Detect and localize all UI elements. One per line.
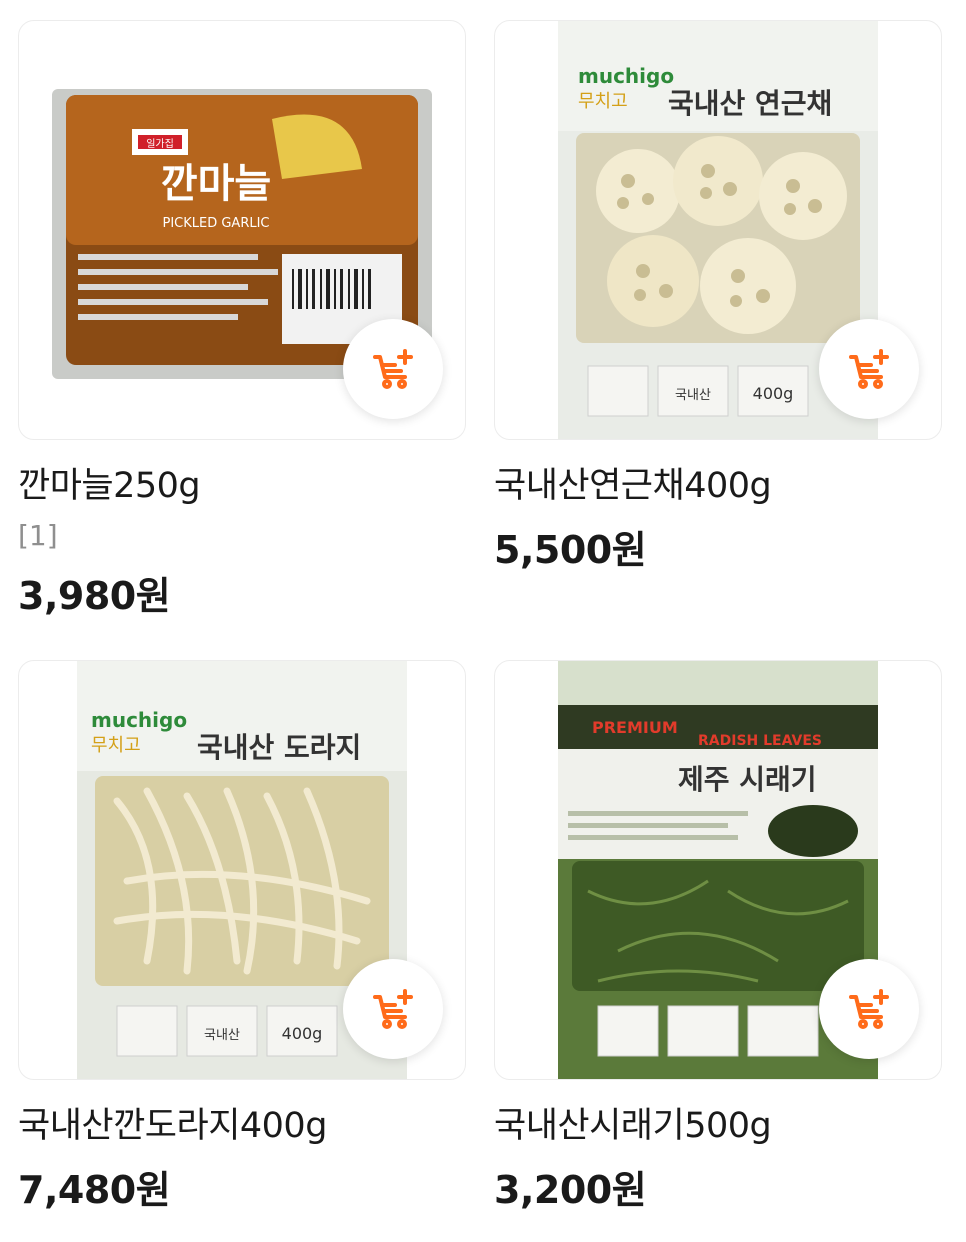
svg-text:PICKLED GARLIC: PICKLED GARLIC [162,216,269,231]
svg-text:RADISH LEAVES: RADISH LEAVES [698,733,822,749]
add-to-cart-button[interactable] [343,959,443,1059]
product-card-bellflower-root[interactable]: muchigo 무치고 국내산 도라지 국내산 400g 국내산깐도라지400g… [18,660,466,1214]
product-card-radish-leaves[interactable]: PREMIUM RADISH LEAVES 제주 시래기 국내산시래기500g … [494,660,942,1214]
svg-text:국내산: 국내산 [204,1028,240,1043]
product-image-container[interactable]: PREMIUM RADISH LEAVES 제주 시래기 [494,660,942,1080]
add-to-cart-button[interactable] [343,319,443,419]
svg-text:muchigo: muchigo [91,708,187,732]
product-price: 5,500원 [494,528,647,572]
product-name[interactable]: 깐마늘250g [18,464,466,508]
product-image-container[interactable]: 일가집 깐마늘 PICKLED GARLIC [18,20,466,440]
svg-text:muchigo: muchigo [578,64,674,88]
add-to-cart-button[interactable] [819,319,919,419]
svg-text:제주 시래기: 제주 시래기 [678,763,817,796]
svg-text:깐마늘: 깐마늘 [161,161,271,207]
svg-text:국내산 연근채: 국내산 연근채 [668,87,832,120]
product-card-garlic[interactable]: 일가집 깐마늘 PICKLED GARLIC 깐마늘250g [1] 3,980… [18,20,466,620]
svg-text:무치고: 무치고 [91,735,141,756]
svg-text:400g: 400g [753,384,794,403]
svg-text:국내산 도라지: 국내산 도라지 [197,731,361,764]
product-price: 3,200원 [494,1168,647,1212]
svg-text:400g: 400g [282,1024,323,1043]
svg-text:PREMIUM: PREMIUM [592,718,678,737]
product-name[interactable]: 국내산깐도라지400g [18,1104,466,1148]
product-price: 7,480원 [18,1168,171,1212]
cart-plus-icon [373,989,413,1029]
svg-text:무치고: 무치고 [578,91,628,112]
product-tag: [1] [18,519,58,552]
svg-text:국내산: 국내산 [675,388,711,403]
product-card-lotus-root[interactable]: muchigo 무치고 국내산 연근채 국내산 400g 국내산연근채400g … [494,20,942,574]
cart-plus-icon [849,349,889,389]
product-price: 3,980원 [18,574,171,618]
product-image-container[interactable]: muchigo 무치고 국내산 연근채 국내산 400g [494,20,942,440]
product-name[interactable]: 국내산시래기500g [494,1104,942,1148]
cart-plus-icon [849,989,889,1029]
product-name[interactable]: 국내산연근채400g [494,464,942,508]
svg-text:일가집: 일가집 [146,138,174,150]
add-to-cart-button[interactable] [819,959,919,1059]
cart-plus-icon [373,349,413,389]
product-image-container[interactable]: muchigo 무치고 국내산 도라지 국내산 400g [18,660,466,1080]
